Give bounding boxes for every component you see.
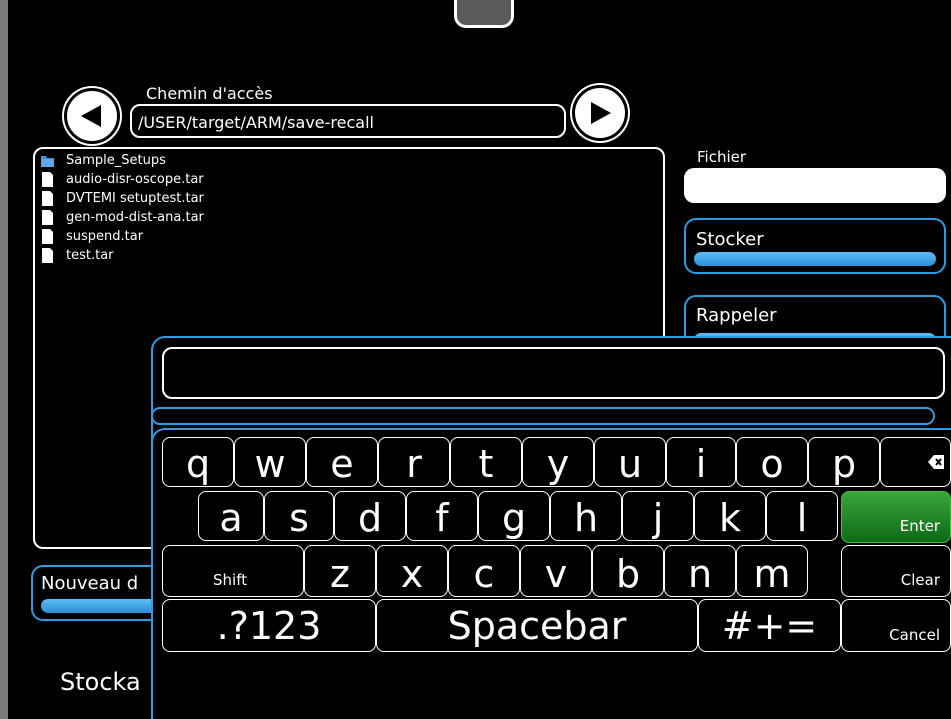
new-folder-button-bar [41, 599, 161, 613]
key-s[interactable]: s [264, 491, 334, 541]
list-item-label: audio-disr-oscope.tar [66, 172, 204, 187]
key-p[interactable]: p [808, 437, 880, 487]
file-icon [42, 229, 53, 244]
pull-down-tab[interactable] [454, 0, 514, 28]
key-h[interactable]: h [550, 491, 622, 541]
store-button-bar [694, 252, 936, 266]
backspace-icon [928, 455, 944, 469]
new-folder-button-label: Nouveau d [41, 573, 139, 594]
new-folder-button[interactable]: Nouveau d [31, 565, 171, 621]
key-w[interactable]: w [234, 437, 306, 487]
key-x[interactable]: x [376, 545, 448, 597]
key-y[interactable]: y [522, 437, 594, 487]
key-r[interactable]: r [378, 437, 450, 487]
arrow-right-icon [591, 102, 611, 124]
key-u[interactable]: u [594, 437, 666, 487]
key-m[interactable]: m [736, 545, 808, 597]
list-item[interactable]: test.tar [41, 246, 114, 265]
recall-button-label: Rappeler [696, 305, 777, 326]
list-item-label: suspend.tar [66, 229, 144, 244]
symbols-key[interactable]: #+= [698, 599, 841, 652]
keyboard-divider [151, 407, 935, 425]
filename-label: Fichier [697, 148, 747, 166]
list-item-label: test.tar [66, 248, 114, 263]
list-item[interactable]: suspend.tar [41, 227, 143, 246]
forward-button[interactable] [572, 85, 628, 141]
list-item-label: DVTEMI setuptest.tar [66, 191, 204, 206]
file-icon [42, 172, 53, 187]
key-b[interactable]: b [592, 545, 664, 597]
store-button-label: Stocker [696, 229, 764, 250]
file-icon [42, 191, 53, 206]
store-button[interactable]: Stocker [684, 218, 946, 274]
list-item-label: Sample_Setups [66, 153, 166, 168]
key-z[interactable]: z [304, 545, 376, 597]
file-icon [42, 210, 53, 225]
spacebar-key[interactable]: Spacebar [376, 599, 698, 652]
path-label: Chemin d'accès [146, 84, 273, 103]
list-item[interactable]: Sample_Setups [41, 151, 166, 170]
backspace-key[interactable] [880, 437, 951, 487]
key-l[interactable]: l [766, 491, 838, 541]
key-d[interactable]: d [334, 491, 406, 541]
key-f[interactable]: f [406, 491, 478, 541]
enter-key[interactable]: Enter [841, 491, 951, 543]
key-o[interactable]: o [736, 437, 808, 487]
status-label: Stocka [60, 668, 141, 696]
path-field[interactable]: /USER/target/ARM/save-recall [130, 104, 566, 138]
key-a[interactable]: a [198, 491, 264, 541]
key-j[interactable]: j [622, 491, 694, 541]
key-t[interactable]: t [450, 437, 522, 487]
file-icon [42, 248, 53, 263]
folder-icon [41, 156, 54, 167]
list-item-label: gen-mod-dist-ana.tar [66, 210, 204, 225]
arrow-left-icon [81, 105, 101, 127]
key-i[interactable]: i [666, 437, 736, 487]
clear-key[interactable]: Clear [841, 545, 951, 597]
key-k[interactable]: k [694, 491, 766, 541]
numbers-key[interactable]: .?123 [162, 599, 376, 652]
key-q[interactable]: q [162, 437, 234, 487]
key-c[interactable]: c [448, 545, 520, 597]
window-edge [0, 0, 8, 719]
key-v[interactable]: v [520, 545, 592, 597]
list-item[interactable]: gen-mod-dist-ana.tar [41, 208, 204, 227]
key-g[interactable]: g [478, 491, 550, 541]
key-e[interactable]: e [306, 437, 378, 487]
shift-key[interactable]: Shift [162, 545, 304, 597]
filename-field[interactable] [684, 168, 946, 203]
back-button[interactable] [64, 88, 120, 144]
list-item[interactable]: audio-disr-oscope.tar [41, 170, 204, 189]
cancel-key[interactable]: Cancel [841, 599, 951, 652]
key-n[interactable]: n [664, 545, 736, 597]
list-item[interactable]: DVTEMI setuptest.tar [41, 189, 204, 208]
keyboard-input-field[interactable] [162, 347, 945, 399]
